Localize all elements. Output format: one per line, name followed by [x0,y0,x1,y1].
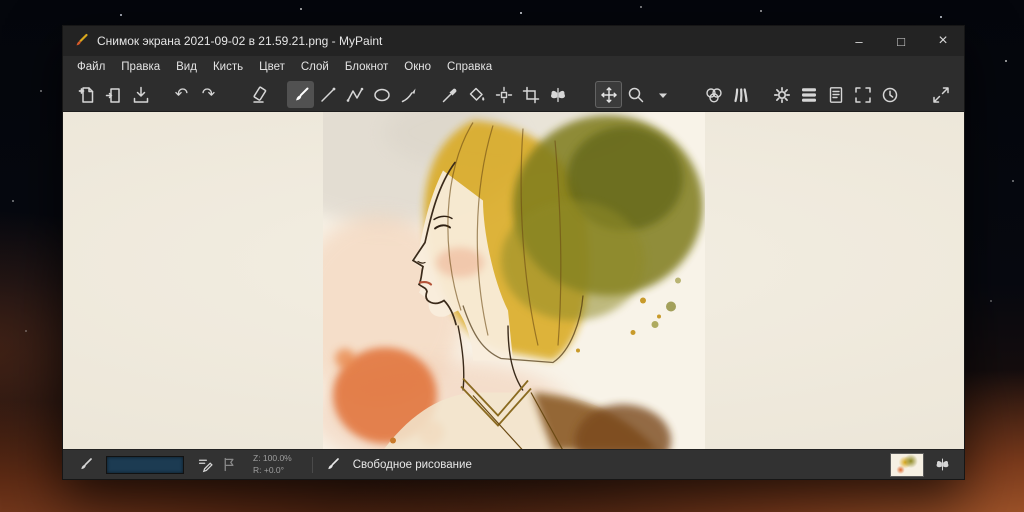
statusbar-divider [312,457,313,473]
menu-layer[interactable]: Слой [293,58,337,76]
status-bar: Z: 100.0% R: +0.0° Свободное рисование [63,449,964,479]
inking-tool-button[interactable] [395,81,422,108]
minimize-button[interactable]: – [838,26,880,56]
flood-fill-button[interactable] [463,81,490,108]
menu-color[interactable]: Цвет [251,58,293,76]
color-wheel-button[interactable] [700,81,727,108]
new-file-button[interactable] [73,81,100,108]
symmetry-tool-button[interactable] [544,81,571,108]
mypaint-window: Снимок экрана 2021-09-02 в 21.59.21.png … [62,25,965,480]
canvas-preview-thumbnail[interactable] [890,453,924,477]
undo-button[interactable]: ↶ [168,81,195,108]
save-file-button[interactable] [127,81,154,108]
menu-file[interactable]: Файл [69,58,113,76]
mypaint-app-icon [73,33,89,49]
view-readout: Z: 100.0% R: +0.0° [253,453,292,475]
zoom-level: Z: 100.0% [253,453,292,464]
watercolor-artwork [323,112,705,449]
menu-view[interactable]: Вид [168,58,205,76]
fit-view-button[interactable] [927,81,954,108]
drawing-canvas[interactable] [63,112,964,449]
redo-icon: ↷ [202,87,215,103]
pan-view-button[interactable] [595,81,622,108]
window-controls: – □ × [838,26,964,56]
menu-edit[interactable]: Правка [113,58,168,76]
star-field [0,0,2,2]
rotation-angle: R: +0.0° [253,465,292,476]
eraser-button[interactable] [246,81,273,108]
preferences-button[interactable] [768,81,795,108]
maximize-button[interactable]: □ [880,26,922,56]
brush-list-button[interactable] [727,81,754,108]
ellipse-tool-button[interactable] [368,81,395,108]
menu-help[interactable]: Справка [439,58,500,76]
brush-settings-icon[interactable] [193,453,217,477]
layers-button[interactable] [795,81,822,108]
lines-tool-button[interactable] [314,81,341,108]
active-mode-brush-icon [321,453,345,477]
freehand-brush-button[interactable] [287,81,314,108]
fullscreen-button[interactable] [849,81,876,108]
title-bar[interactable]: Снимок экрана 2021-09-02 в 21.59.21.png … [63,26,964,56]
connected-lines-tool-button[interactable] [341,81,368,108]
scratchpad-button[interactable] [822,81,849,108]
brush-indicator-icon[interactable] [73,453,97,477]
desktop-background: Снимок экрана 2021-09-02 в 21.59.21.png … [0,0,1024,512]
color-picker-button[interactable] [436,81,463,108]
current-color-swatch[interactable] [106,456,184,474]
menu-scratchpad[interactable]: Блокнот [337,58,396,76]
symmetry-toggle-icon[interactable] [930,453,954,477]
toolbar: ↶ ↷ [63,78,964,112]
move-layer-button[interactable] [490,81,517,108]
recent-history-button[interactable] [876,81,903,108]
close-button[interactable]: × [922,26,964,56]
zoom-view-button[interactable] [622,81,649,108]
active-mode-label: Свободное рисование [353,459,472,471]
menu-brush[interactable]: Кисть [205,58,251,76]
redo-button[interactable]: ↷ [195,81,222,108]
import-file-button[interactable] [100,81,127,108]
window-title: Снимок экрана 2021-09-02 в 21.59.21.png … [97,34,382,48]
edit-frame-button[interactable] [517,81,544,108]
menu-window[interactable]: Окно [396,58,439,76]
menu-bar: Файл Правка Вид Кисть Цвет Слой Блокнот … [63,56,964,78]
import-brush-flag-icon[interactable] [217,453,241,477]
undo-icon: ↶ [175,87,188,103]
view-options-dropdown-button[interactable] [649,81,676,108]
